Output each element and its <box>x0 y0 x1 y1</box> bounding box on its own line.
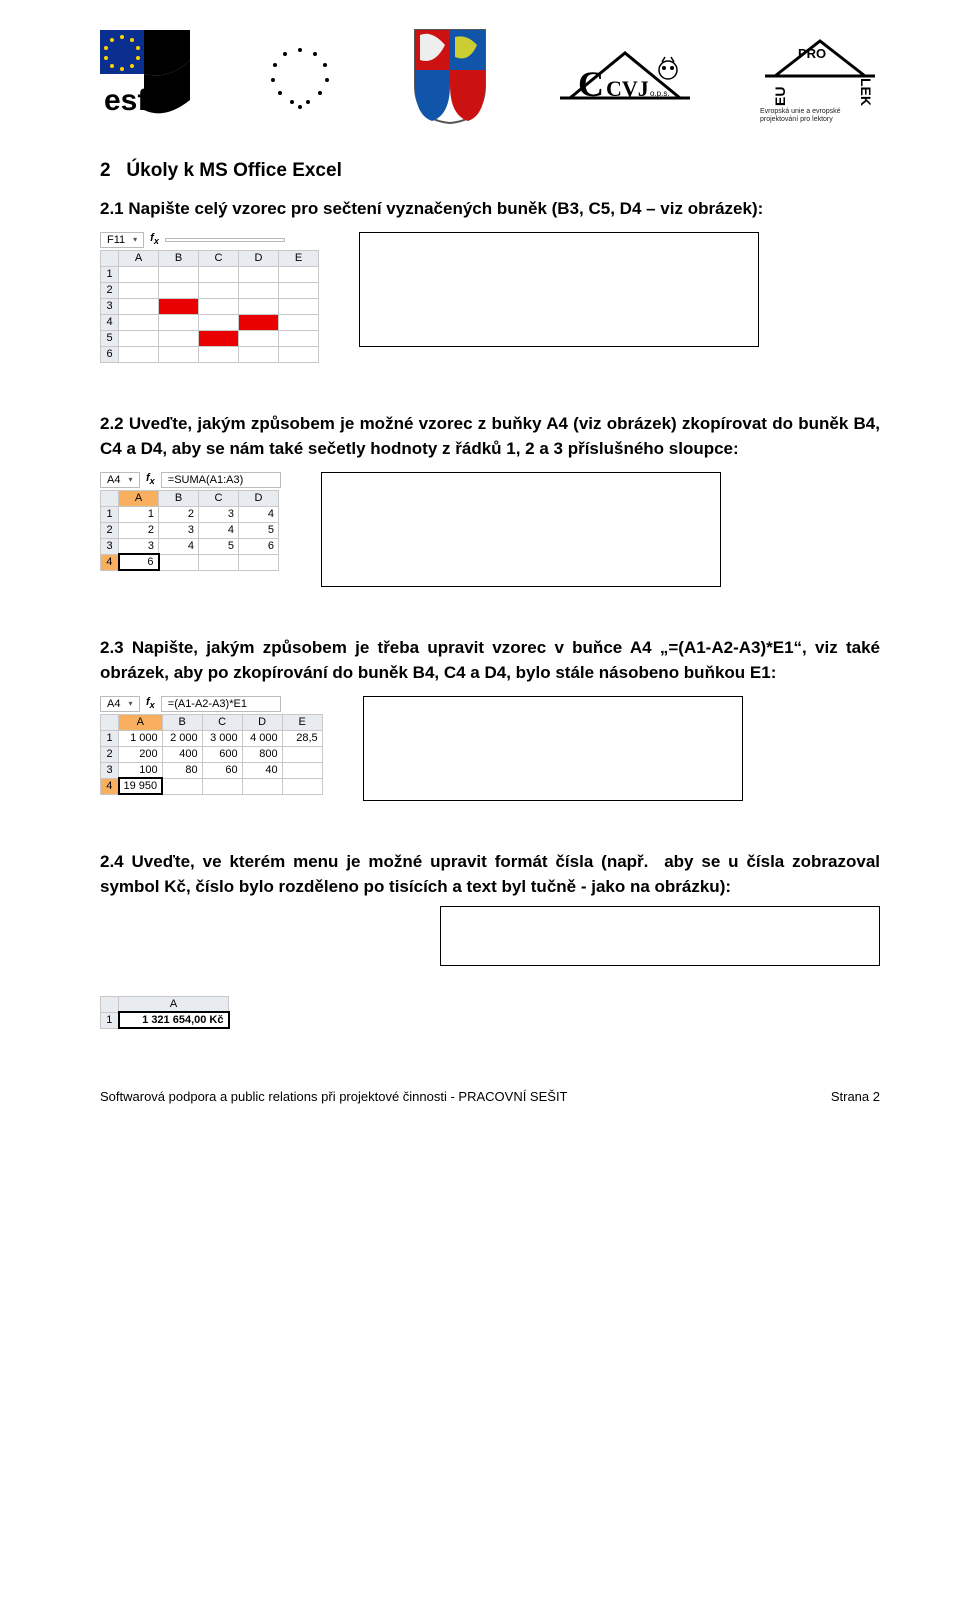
svg-text:o.p.s.: o.p.s. <box>650 89 670 98</box>
footer-left: Softwarová podpora a public relations př… <box>100 1089 568 1104</box>
logo-row: esf <box>100 20 880 130</box>
answer-box-2-4[interactable] <box>440 906 880 966</box>
footer-right: Strana 2 <box>831 1089 880 1104</box>
coat-of-arms-logo <box>410 25 490 125</box>
answer-box-2-1[interactable] <box>359 232 759 347</box>
task-2-4-text: 2.4 Uveďte, ve kterém menu je možné upra… <box>100 849 880 900</box>
answer-box-2-3[interactable] <box>363 696 743 801</box>
excel-2-3: A4 fx =(A1-A2-A3)*E1 A BC DE 1 1 0002 00… <box>100 696 323 796</box>
task-2-3-text: 2.3 Napište, jakým způsobem je třeba upr… <box>100 635 880 686</box>
excel-2-4: A 1 1 321 654,00 Kč <box>100 996 880 1030</box>
eu-pro-lek-logo: PRO EU LEK Evropská unie a evropské proj… <box>760 26 880 123</box>
esf-logo: esf <box>100 30 190 120</box>
section-heading: 2 Úkoly k MS Office Excel <box>100 160 880 182</box>
page-footer: Softwarová podpora a public relations př… <box>0 1089 960 1104</box>
svg-text:C: C <box>578 64 604 104</box>
excel-2-2: A4 fx =SUMA(A1:A3) A B C D 1 12 34 2 <box>100 472 281 572</box>
task-2-2-text: 2.2 Uveďte, jakým způsobem je možné vzor… <box>100 411 880 462</box>
svg-text:PRO: PRO <box>798 46 826 61</box>
excel-2-1: F11 fx AB CD E 1 2 3 4 5 6 <box>100 232 319 363</box>
eu-caption: Evropská unie a evropské projektování pr… <box>760 108 841 123</box>
task-2-1-text: 2.1 Napište celý vzorec pro sečtení vyzn… <box>100 196 880 222</box>
svg-text:CVJ: CVJ <box>606 76 649 101</box>
answer-box-2-2[interactable] <box>321 472 721 587</box>
eu-stars-logo <box>250 35 350 115</box>
ccvj-logo: C CVJ o.p.s. <box>550 38 700 113</box>
svg-text:esf: esf <box>104 84 148 117</box>
